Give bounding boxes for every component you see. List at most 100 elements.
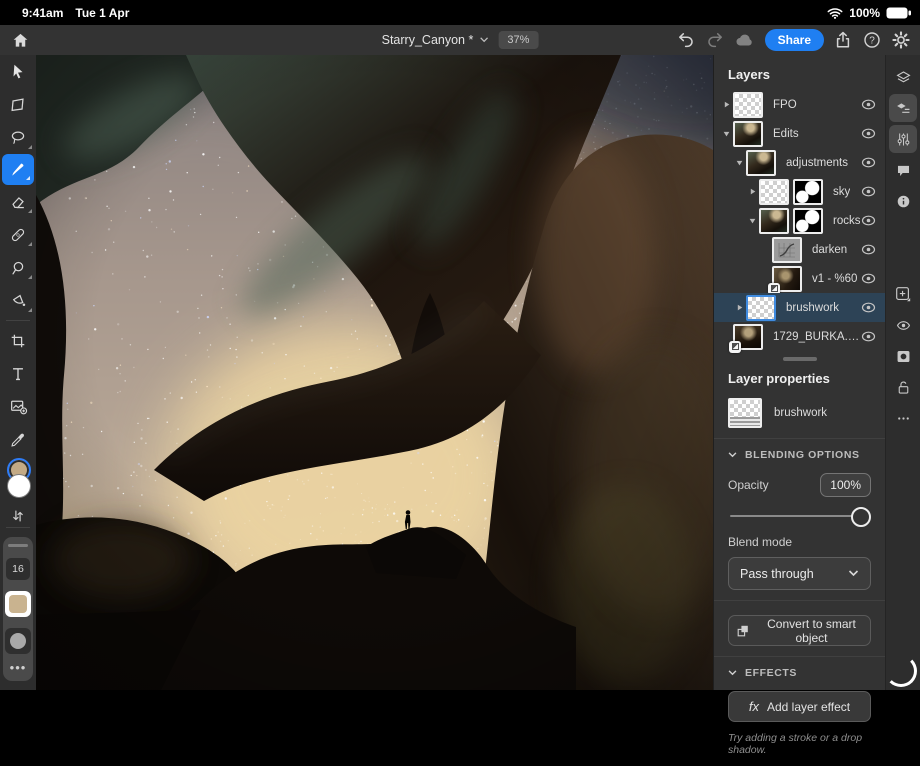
layer-name: FPO (773, 99, 797, 111)
rail-comments-button[interactable] (889, 156, 917, 184)
zoom-level-chip[interactable]: 37% (498, 31, 538, 49)
panel-drag-handle[interactable] (8, 544, 28, 547)
rail-visibility-button[interactable] (889, 311, 917, 339)
blending-options-header[interactable]: BLENDING OPTIONS (728, 449, 871, 461)
tool-move[interactable] (0, 55, 36, 88)
layer-visibility-toggle[interactable] (861, 331, 876, 342)
tool-transform[interactable] (0, 88, 36, 121)
brush-size-chip[interactable]: 16 (6, 558, 30, 580)
tool-flyout-indicator (28, 308, 32, 312)
layer-thumbnail (759, 179, 789, 205)
convert-to-smart-object-button[interactable]: Convert to smart object (728, 615, 871, 646)
undo-button[interactable] (676, 30, 696, 50)
layer-row-v1-60[interactable]: v1 - %60 (714, 264, 885, 293)
rail-mask-button[interactable] (889, 342, 917, 370)
layer-row-adjustments[interactable]: adjustments (714, 148, 885, 177)
toolbar-divider (6, 527, 30, 528)
layer-visibility-toggle[interactable] (861, 215, 876, 226)
cloud-sync-icon[interactable] (734, 30, 756, 50)
rail-adjustments-button[interactable] (889, 125, 917, 153)
layer-row-fpo[interactable]: FPO (714, 90, 885, 119)
ellipsis-icon (895, 410, 912, 427)
opacity-label: Opacity (728, 478, 769, 492)
layers-detail-icon (895, 100, 912, 117)
expander-collapsed-icon[interactable] (720, 100, 733, 109)
share-button[interactable]: Share (765, 29, 824, 51)
expander-expanded-icon[interactable] (720, 129, 733, 138)
blend-mode-select[interactable]: Pass through (728, 557, 871, 590)
workspace: 16 ••• (0, 55, 920, 690)
rail-add-layer-button[interactable] (889, 280, 917, 308)
swap-colors-icon[interactable] (11, 508, 25, 524)
export-icon[interactable] (833, 30, 853, 50)
layer-visibility-toggle[interactable] (861, 99, 876, 110)
layer-row-darken[interactable]: darken (714, 235, 885, 264)
tool-clone-stamp[interactable] (0, 251, 36, 284)
tool-type[interactable] (0, 357, 36, 390)
tool-eyedropper[interactable] (0, 423, 36, 456)
tool-flyout-indicator (28, 209, 32, 213)
expander-expanded-icon[interactable] (733, 158, 746, 167)
smart-object-icon (735, 623, 751, 639)
layer-row-1729-burka-anced-nr33[interactable]: 1729_BURKA...anced-NR33 (714, 322, 885, 351)
app-toolbar: Starry_Canyon * 37% Share ? (0, 25, 920, 55)
tool-lasso[interactable] (0, 121, 36, 154)
home-icon (11, 31, 30, 50)
document-title-dropdown[interactable]: Starry_Canyon * (382, 33, 489, 47)
home-button[interactable] (0, 31, 40, 50)
tool-eraser[interactable] (0, 185, 36, 218)
brush-color-preview[interactable] (5, 591, 31, 617)
opacity-slider-knob[interactable] (851, 507, 871, 527)
redo-button[interactable] (705, 30, 725, 50)
battery-percent: 100% (849, 6, 880, 20)
color-wells[interactable] (5, 458, 31, 504)
layer-visibility-toggle[interactable] (861, 302, 876, 313)
transform-icon (9, 96, 27, 114)
gear-icon[interactable] (891, 30, 911, 50)
rail-layer-detail-button[interactable] (889, 94, 917, 122)
sliders-icon (895, 131, 912, 148)
expander-expanded-icon[interactable] (746, 216, 759, 225)
more-options-icon[interactable]: ••• (10, 665, 27, 671)
blend-mode-label: Blend mode (728, 535, 871, 549)
layer-visibility-toggle[interactable] (861, 128, 876, 139)
tool-healing-brush[interactable] (0, 218, 36, 251)
add-layer-effect-button[interactable]: fx Add layer effect (728, 691, 871, 722)
expander-collapsed-icon[interactable] (733, 303, 746, 312)
tool-brush[interactable] (2, 154, 34, 185)
layer-row-rocks[interactable]: rocks (714, 206, 885, 235)
rail-lock-button[interactable] (889, 373, 917, 401)
tool-crop[interactable] (0, 324, 36, 357)
opacity-slider[interactable] (730, 507, 869, 525)
brush-hardness-button[interactable] (5, 628, 31, 654)
smart-object-badge (729, 341, 741, 353)
layers-resize-handle[interactable] (783, 357, 817, 361)
rail-info-button[interactable] (889, 187, 917, 215)
layer-properties-title: Layer properties (714, 363, 885, 394)
status-bar: 9:41am Tue 1 Apr 100% (0, 0, 920, 25)
tool-place-photo[interactable] (0, 390, 36, 423)
layer-visibility-toggle[interactable] (861, 186, 876, 197)
background-color-swatch[interactable] (7, 474, 31, 498)
layer-visibility-toggle[interactable] (861, 157, 876, 168)
layer-visibility-toggle[interactable] (861, 273, 876, 284)
healing-brush-icon (9, 226, 27, 244)
tool-fill[interactable] (0, 284, 36, 317)
layer-row-sky[interactable]: sky (714, 177, 885, 206)
layer-thumbnail (733, 92, 763, 118)
layer-visibility-toggle[interactable] (861, 244, 876, 255)
help-icon[interactable]: ? (862, 30, 882, 50)
rail-more-button[interactable] (889, 404, 917, 432)
layer-name: adjustments (786, 157, 848, 169)
clone-stamp-icon (9, 259, 27, 277)
opacity-value[interactable]: 100% (820, 473, 871, 497)
rail-layers-button[interactable] (889, 63, 917, 91)
canvas[interactable] (36, 55, 713, 690)
place-photo-icon (9, 397, 28, 416)
effects-header[interactable]: EFFECTS (728, 667, 871, 679)
layer-row-brushwork[interactable]: brushwork (714, 293, 885, 322)
tool-flyout-indicator (26, 176, 30, 180)
layers-panel-title: Layers (714, 55, 885, 90)
layer-row-edits[interactable]: Edits (714, 119, 885, 148)
expander-collapsed-icon[interactable] (746, 187, 759, 196)
